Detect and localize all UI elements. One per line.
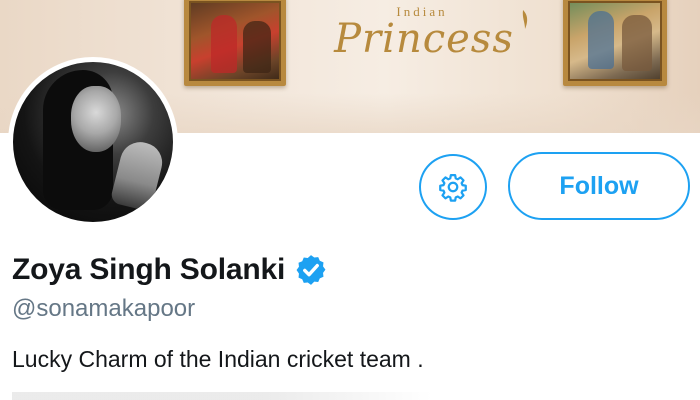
poster-figure — [211, 15, 237, 73]
profile-name-row: Zoya Singh Solanki — [12, 250, 328, 290]
follow-button[interactable]: Follow — [508, 152, 690, 220]
gear-icon — [439, 174, 467, 202]
poster-figure — [622, 15, 652, 71]
leaf-icon — [522, 10, 528, 29]
profile-handle[interactable]: @sonamakapoor — [12, 295, 195, 323]
poster-figure — [588, 11, 614, 69]
banner-poster-right — [563, 0, 667, 86]
profile-bio: Lucky Charm of the Indian cricket team . — [12, 346, 424, 372]
avatar-face — [71, 86, 121, 152]
settings-button[interactable] — [419, 154, 487, 220]
profile-meta-cutoff — [12, 392, 432, 400]
banner-logo-title: Princess — [334, 16, 514, 62]
poster-figure — [243, 21, 271, 73]
display-name: Zoya Singh Solanki — [12, 253, 286, 286]
avatar-hand — [109, 137, 167, 213]
banner-poster-left — [184, 0, 286, 86]
avatar[interactable] — [8, 57, 178, 227]
banner-logo: Indian Princess — [330, 4, 530, 74]
verified-badge-icon — [296, 255, 326, 285]
